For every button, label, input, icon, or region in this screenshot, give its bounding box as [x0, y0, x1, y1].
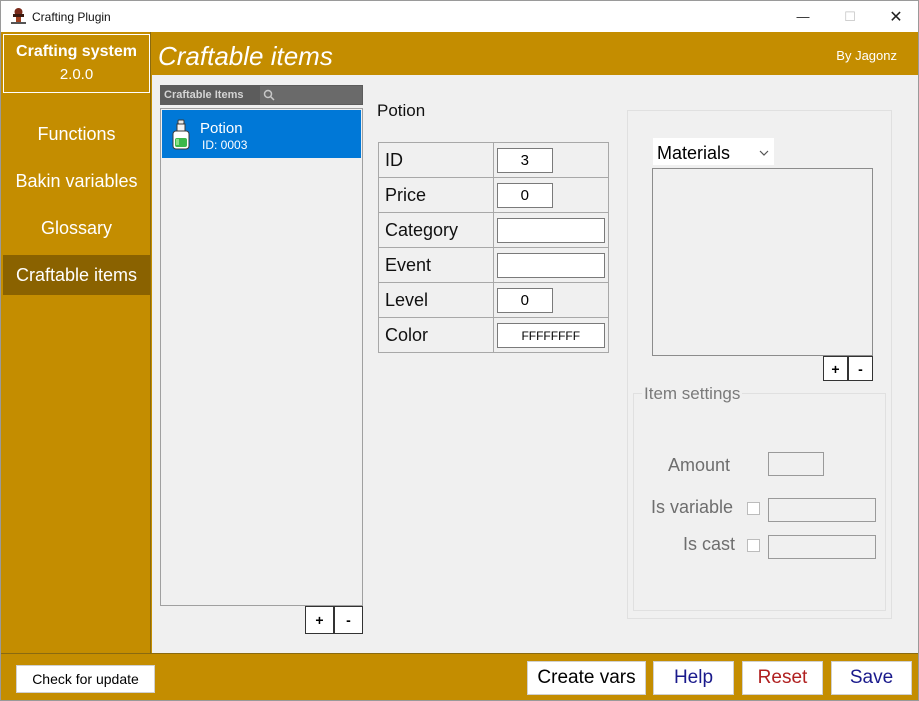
- item-id: ID: 0003: [202, 138, 248, 152]
- sidebar-item-bakin-variables[interactable]: Bakin variables: [3, 161, 150, 201]
- app-window: Crafting Plugin — ☐ ✕ Crafting system 2.…: [0, 0, 919, 701]
- item-name: Potion: [200, 120, 243, 137]
- is-variable-label: Is variable: [651, 497, 734, 517]
- property-label: Category: [378, 212, 494, 248]
- footer-bar: Check for update Create vars Help Reset …: [1, 653, 918, 700]
- price-field[interactable]: [496, 183, 553, 208]
- item-title: Potion: [377, 101, 426, 120]
- check-update-button[interactable]: Check for update: [16, 665, 155, 693]
- window-title: Crafting Plugin: [32, 10, 111, 24]
- id-field[interactable]: [496, 148, 553, 173]
- color-field[interactable]: [496, 323, 605, 348]
- brand-title: Crafting system: [16, 43, 137, 60]
- property-row: Level: [378, 282, 610, 318]
- amount-field[interactable]: [768, 452, 824, 476]
- materials-list[interactable]: [652, 168, 873, 356]
- remove-material-button[interactable]: -: [848, 356, 873, 381]
- property-label: Level: [378, 282, 494, 318]
- property-row: ID: [378, 142, 610, 178]
- item-properties-table: ID Price Category Event Level Color: [378, 142, 610, 353]
- brand-version: 2.0.0: [59, 66, 94, 83]
- level-field[interactable]: [496, 288, 553, 313]
- is-cast-checkbox[interactable]: [747, 539, 760, 552]
- add-material-button[interactable]: +: [823, 356, 848, 381]
- create-vars-button[interactable]: Create vars: [527, 661, 646, 695]
- is-cast-label: Is cast: [683, 534, 736, 554]
- property-row: Price: [378, 177, 610, 213]
- property-label: ID: [378, 142, 494, 178]
- property-label: Event: [378, 247, 494, 283]
- brand-box: Crafting system 2.0.0: [3, 34, 150, 93]
- close-button[interactable]: ✕: [873, 1, 918, 32]
- property-row: Event: [378, 247, 610, 283]
- maximize-button[interactable]: ☐: [827, 1, 873, 32]
- materials-select-value: Materials: [657, 143, 731, 163]
- item-list-title: Craftable Items: [164, 89, 244, 101]
- search-icon: [263, 89, 275, 101]
- title-bar: Crafting Plugin — ☐ ✕: [1, 1, 918, 32]
- author-credit: By Jagonz: [836, 48, 897, 63]
- sidebar-item-glossary[interactable]: Glossary: [3, 208, 150, 248]
- property-row: Category: [378, 212, 610, 248]
- is-variable-field[interactable]: [768, 498, 876, 522]
- chevron-down-icon: [759, 150, 769, 156]
- page-title: Craftable items: [158, 41, 333, 71]
- sidebar: Crafting system 2.0.0 Functions Bakin va…: [1, 32, 151, 653]
- help-button[interactable]: Help: [653, 661, 734, 695]
- property-label: Price: [378, 177, 494, 213]
- property-label: Color: [378, 317, 494, 353]
- property-row: Color: [378, 317, 610, 353]
- page-header: Craftable items By Jagonz: [152, 32, 918, 75]
- materials-select[interactable]: Materials: [652, 137, 775, 166]
- list-item[interactable]: Potion ID: 0003: [162, 110, 361, 158]
- event-field[interactable]: [496, 253, 605, 278]
- item-settings-title: Item settings: [642, 384, 743, 404]
- amount-label: Amount: [668, 455, 731, 475]
- item-list-header: Craftable Items: [160, 85, 363, 105]
- main-panel: Craftable Items Potion ID: 0003 + - Poti…: [152, 75, 918, 653]
- potion-icon: [172, 119, 190, 150]
- category-field[interactable]: [496, 218, 605, 243]
- save-button[interactable]: Save: [831, 661, 912, 695]
- add-item-button[interactable]: +: [305, 606, 334, 634]
- reset-button[interactable]: Reset: [742, 661, 823, 695]
- app-logo-icon: [11, 8, 26, 24]
- item-search-input[interactable]: [260, 86, 362, 104]
- minimize-button[interactable]: —: [780, 1, 826, 32]
- remove-item-button[interactable]: -: [334, 606, 363, 634]
- is-cast-field[interactable]: [768, 535, 876, 559]
- sidebar-item-functions[interactable]: Functions: [3, 114, 150, 154]
- item-list[interactable]: Potion ID: 0003: [160, 108, 363, 606]
- sidebar-item-craftable-items[interactable]: Craftable items: [3, 255, 150, 295]
- is-variable-checkbox[interactable]: [747, 502, 760, 515]
